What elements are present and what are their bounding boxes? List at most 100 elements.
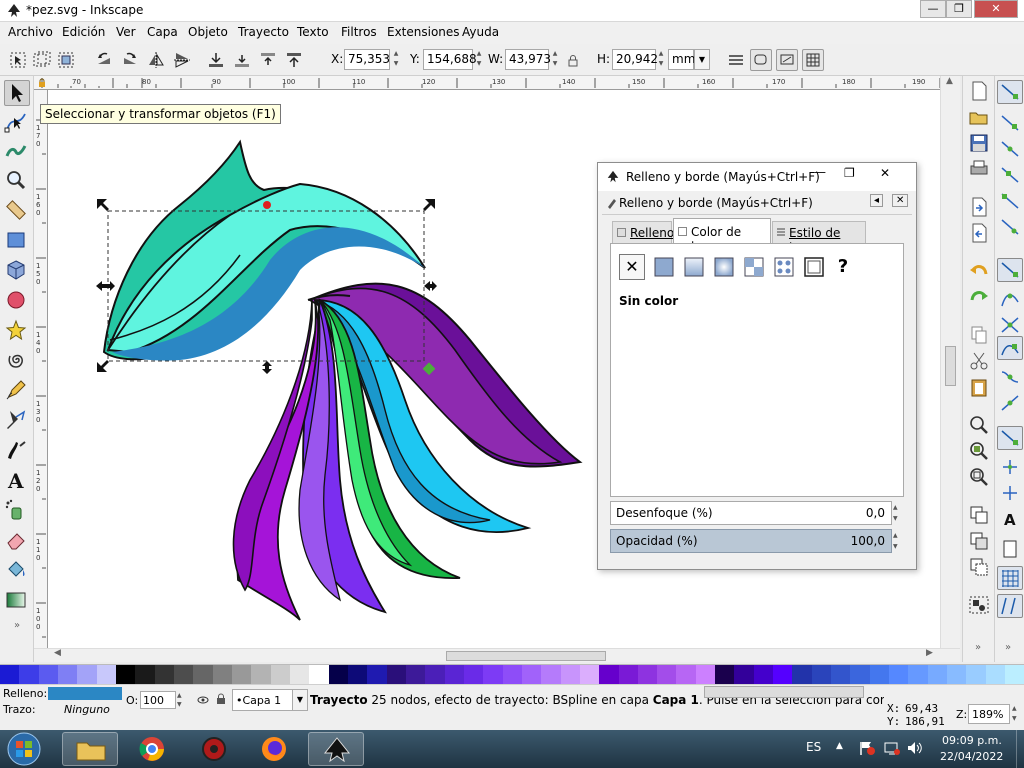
blur-stepper[interactable]: ▲ ▼: [893, 502, 903, 524]
lower-icon[interactable]: [232, 50, 252, 70]
flat-color-icon[interactable]: [653, 256, 675, 278]
deselect-icon[interactable]: [56, 50, 76, 70]
h-input[interactable]: 20,942: [612, 49, 658, 70]
taskbar-chrome[interactable]: [124, 732, 180, 766]
palette-swatch[interactable]: [521, 665, 542, 684]
palette-swatch[interactable]: [676, 665, 696, 684]
snap-rotation-center-icon[interactable]: [998, 482, 1022, 504]
palette-swatch[interactable]: [618, 665, 638, 684]
snap-bbox-edge-icon[interactable]: [998, 138, 1022, 160]
menu-edicion[interactable]: Edición: [62, 25, 105, 39]
snap-path-intersection-icon[interactable]: [998, 314, 1022, 336]
palette-swatch[interactable]: [309, 665, 329, 684]
pattern-icon[interactable]: [773, 256, 795, 278]
palette-swatch[interactable]: [753, 665, 774, 684]
zoom-stepper[interactable]: ▲ ▼: [1012, 704, 1021, 724]
palette-swatch[interactable]: [251, 665, 271, 684]
snap-path-icon[interactable]: [998, 288, 1022, 310]
undo-icon[interactable]: [967, 260, 991, 282]
redo-icon[interactable]: [967, 286, 991, 308]
minimize-button[interactable]: —: [920, 0, 946, 18]
unit-dropdown-arrow[interactable]: ▼: [694, 49, 710, 70]
layer-dropdown-arrow[interactable]: ▼: [292, 689, 308, 711]
opacity-slider[interactable]: Opacidad (%) 100,0: [610, 529, 892, 553]
palette-swatch[interactable]: [212, 665, 232, 684]
unit-select[interactable]: mm: [668, 49, 695, 70]
radial-gradient-icon[interactable]: [713, 256, 735, 278]
palette-swatch[interactable]: [947, 665, 967, 684]
palette-swatch[interactable]: [0, 665, 20, 684]
x-stepper[interactable]: ▲ ▼: [391, 49, 401, 70]
pen-tool[interactable]: [4, 408, 30, 434]
import-icon[interactable]: [967, 196, 991, 218]
snap-bbox-corner-icon[interactable]: [998, 164, 1022, 186]
zoom-selection-icon[interactable]: [967, 414, 991, 436]
guide-lock-icon[interactable]: [37, 78, 47, 88]
palette-swatch[interactable]: [908, 665, 928, 684]
move-gradients-button[interactable]: [776, 49, 798, 71]
new-document-icon[interactable]: [967, 80, 991, 102]
palette-swatch[interactable]: [328, 665, 348, 684]
star-tool[interactable]: [4, 318, 30, 344]
select-all-icon[interactable]: [8, 50, 28, 70]
open-folder-icon[interactable]: [967, 106, 991, 128]
zoom-drawing-icon[interactable]: [967, 440, 991, 462]
flip-horizontal-icon[interactable]: [146, 50, 166, 70]
palette-swatch[interactable]: [38, 665, 58, 684]
palette-swatch[interactable]: [483, 665, 503, 684]
palette-swatch[interactable]: [231, 665, 252, 684]
h-stepper[interactable]: ▲ ▼: [656, 49, 666, 70]
export-icon[interactable]: [967, 222, 991, 244]
raise-icon[interactable]: [258, 50, 278, 70]
palette-swatch[interactable]: [502, 665, 522, 684]
zoom-tool[interactable]: [4, 168, 30, 194]
duplicate-icon[interactable]: [967, 504, 991, 526]
palette-swatch[interactable]: [193, 665, 213, 684]
menu-extensiones[interactable]: Extensiones: [387, 25, 460, 39]
menu-texto[interactable]: Texto: [297, 25, 329, 39]
palette-swatch[interactable]: [19, 665, 39, 684]
y-input[interactable]: 154,688: [423, 49, 477, 70]
rectangle-tool[interactable]: [4, 228, 30, 254]
taskbar-firefox[interactable]: [246, 732, 302, 766]
opacity-stepper[interactable]: ▲ ▼: [893, 530, 903, 552]
scale-stroke-icon[interactable]: [726, 50, 746, 70]
palette-swatch[interactable]: [541, 665, 561, 684]
tab-fill[interactable]: Relleno: [612, 221, 674, 243]
menu-archivo[interactable]: Archivo: [8, 25, 53, 39]
ellipse-tool[interactable]: [4, 288, 30, 314]
taskbar-screen-recorder[interactable]: [186, 732, 242, 766]
spray-tool[interactable]: [4, 498, 30, 524]
cut-icon[interactable]: [967, 350, 991, 372]
palette-swatch[interactable]: [773, 665, 793, 684]
pencil-tool[interactable]: [4, 378, 30, 404]
snap-overflow[interactable]: »: [1005, 642, 1011, 653]
snap-bbox-icon[interactable]: [998, 112, 1022, 134]
spiral-tool[interactable]: [4, 348, 30, 374]
dialog-minimize-button[interactable]: —: [814, 165, 826, 179]
tab-stroke-style[interactable]: Estilo de trazo: [772, 221, 866, 254]
palette-swatch[interactable]: [347, 665, 368, 684]
palette-swatch[interactable]: [560, 665, 580, 684]
palette-swatch[interactable]: [869, 665, 890, 684]
palette-swatch[interactable]: [405, 665, 426, 684]
palette-swatch[interactable]: [1005, 665, 1024, 684]
zoom-page-icon[interactable]: [967, 466, 991, 488]
palette-swatch[interactable]: [77, 665, 97, 684]
palette-swatch[interactable]: [637, 665, 658, 684]
network-icon[interactable]: [883, 740, 901, 756]
w-input[interactable]: 43,973: [505, 49, 551, 70]
palette-swatch[interactable]: [135, 665, 155, 684]
flip-vertical-icon[interactable]: [172, 50, 192, 70]
blur-slider[interactable]: Desenfoque (%) 0,0: [610, 501, 892, 525]
snap-others-button[interactable]: [997, 426, 1023, 450]
select-all-layers-icon[interactable]: [32, 50, 52, 70]
palette-swatch[interactable]: [115, 665, 136, 684]
layer-select[interactable]: •Capa 1: [232, 689, 294, 711]
palette-swatch[interactable]: [444, 665, 464, 684]
linear-gradient-icon[interactable]: [683, 256, 705, 278]
language-indicator[interactable]: ES: [806, 740, 821, 754]
snap-guides-button[interactable]: [997, 594, 1023, 618]
palette-swatch[interactable]: [386, 665, 406, 684]
dialog-iconify-button[interactable]: ◂: [870, 194, 884, 207]
